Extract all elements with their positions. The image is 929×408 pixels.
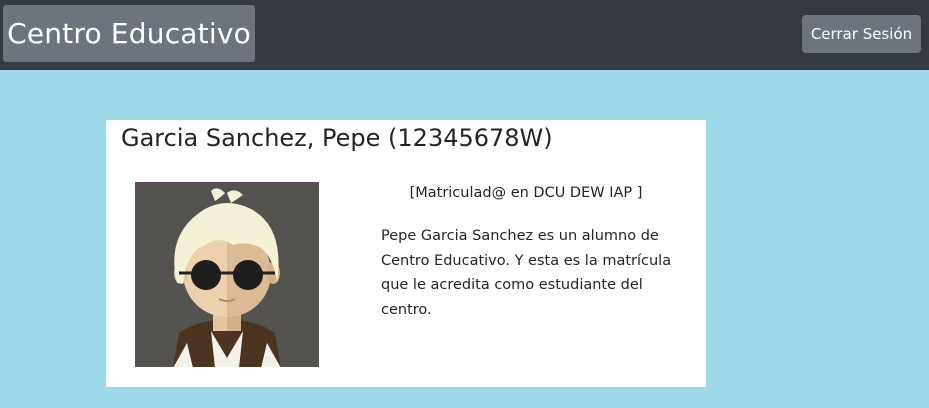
- student-name: Garcia Sanchez, Pepe (12345678W): [121, 124, 553, 152]
- top-navbar: Centro Educativo Cerrar Sesión: [0, 0, 929, 70]
- student-card: Garcia Sanchez, Pepe (12345678W) [Matric…: [106, 120, 706, 387]
- enrollment-status: [Matriculad@ en DCU DEW IAP ]: [409, 185, 643, 201]
- logout-button[interactable]: Cerrar Sesión: [802, 15, 921, 53]
- brand-title[interactable]: Centro Educativo: [3, 5, 255, 62]
- student-description: Pepe Garcia Sanchez es un alumno de Cent…: [381, 228, 672, 318]
- student-avatar-icon: [135, 183, 319, 367]
- student-photo: [135, 182, 319, 367]
